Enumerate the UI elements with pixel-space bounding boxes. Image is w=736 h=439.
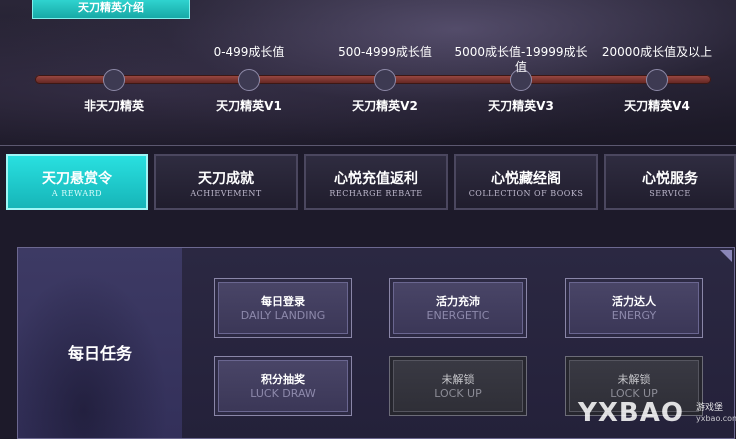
task-label: 未解锁 [617, 373, 651, 386]
task-locked[interactable]: 未解锁 LOCK UP [389, 356, 527, 416]
tab-sublabel: RECHARGE REBATE [329, 189, 423, 198]
task-sublabel: LOCK UP [434, 387, 482, 400]
level-progress-track [35, 75, 711, 84]
tab-sublabel: SERVICE [649, 189, 691, 198]
task-label: 积分抽奖 [261, 373, 305, 386]
tab-label: 天刀成就 [198, 171, 254, 187]
level-range-1: 0-499成长值 [213, 45, 285, 59]
hero-banner: 天刀精英介绍 0-499成长值 500-4999成长值 5000成长值-1999… [0, 0, 736, 146]
tab-sublabel: ACHIEVEMENT [190, 189, 262, 198]
task-label: 活力充沛 [436, 295, 480, 308]
watermark-site: 游戏堡 [696, 403, 724, 413]
tab-achievement[interactable]: 天刀成就 ACHIEVEMENT [154, 154, 298, 210]
task-label: 活力达人 [612, 295, 656, 308]
level-range-3: 5000成长值-19999成长值 [454, 45, 588, 74]
task-energy[interactable]: 活力达人 ENERGY [565, 278, 703, 338]
task-sublabel: LUCK DRAW [250, 387, 316, 400]
level-range-4: 20000成长值及以上 [601, 45, 713, 59]
tab-reward[interactable]: 天刀悬赏令 A REWARD [6, 154, 148, 210]
tab-label: 心悦藏经阁 [491, 171, 561, 187]
watermark-logo: YXBAO [578, 398, 684, 428]
level-name-3: 天刀精英V3 [488, 99, 554, 113]
main-tabs: 天刀悬赏令 A REWARD 天刀成就 ACHIEVEMENT 心悦充值返利 R… [0, 152, 736, 214]
panel-title: 每日任务 [67, 344, 132, 363]
yxbao-watermark: YXBAO 游戏堡 yxbao.com [578, 398, 736, 439]
tab-label: 心悦服务 [642, 171, 698, 187]
tab-sublabel: A REWARD [51, 189, 103, 198]
level-node-2[interactable] [374, 69, 396, 91]
task-label: 每日登录 [261, 295, 305, 308]
panel-sidebar: 每日任务 [18, 248, 182, 438]
level-node-1[interactable] [238, 69, 260, 91]
elite-intro-button[interactable]: 天刀精英介绍 [32, 0, 190, 19]
tab-service[interactable]: 心悦服务 SERVICE [604, 154, 736, 210]
task-label: 未解锁 [441, 373, 475, 386]
task-sublabel: DAILY LANDING [240, 309, 326, 322]
level-node-4[interactable] [646, 69, 668, 91]
task-daily-landing[interactable]: 每日登录 DAILY LANDING [214, 278, 352, 338]
task-energetic[interactable]: 活力充沛 ENERGETIC [389, 278, 527, 338]
tab-sublabel: COLLECTION OF BOOKS [468, 189, 584, 198]
level-name-4: 天刀精英V4 [624, 99, 690, 113]
watermark-url: yxbao.com [696, 414, 736, 423]
level-name-0: 非天刀精英 [83, 99, 144, 113]
level-name-1: 天刀精英V1 [216, 99, 282, 113]
hero-divider [0, 145, 736, 146]
corner-ornament-icon [720, 250, 732, 262]
tab-recharge-rebate[interactable]: 心悦充值返利 RECHARGE REBATE [304, 154, 448, 210]
task-luck-draw[interactable]: 积分抽奖 LUCK DRAW [214, 356, 352, 416]
level-range-2: 500-4999成长值 [338, 45, 432, 59]
level-node-0[interactable] [103, 69, 125, 91]
task-sublabel: ENERGETIC [426, 309, 490, 322]
tab-label: 天刀悬赏令 [42, 171, 112, 187]
tab-collection-of-books[interactable]: 心悦藏经阁 COLLECTION OF BOOKS [454, 154, 598, 210]
tab-label: 心悦充值返利 [334, 171, 418, 187]
task-sublabel: ENERGY [611, 309, 657, 322]
level-name-2: 天刀精英V2 [352, 99, 418, 113]
